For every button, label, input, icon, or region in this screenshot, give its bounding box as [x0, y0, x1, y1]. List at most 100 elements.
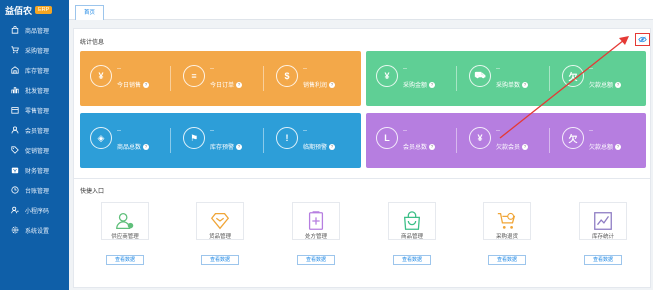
stat-value: -- [117, 128, 121, 134]
stat-item[interactable]: ! -- 临期预警? [266, 113, 352, 168]
eye-icon [638, 36, 647, 43]
stats-card-goods: ◈ -- 商品总数? ⚑ -- 库存预警? ! -- 临期预警? [80, 113, 361, 168]
wholesale-icon [10, 86, 19, 95]
view-data-button[interactable]: 查看数据 [393, 255, 431, 265]
stat-label-text: 今日销售 [117, 83, 142, 89]
view-data-button[interactable]: 查看数据 [297, 255, 335, 265]
divider [263, 128, 264, 153]
divider [170, 66, 171, 91]
sidebar-item-label: 会员管理 [25, 128, 50, 135]
sidebar-item-finance[interactable]: 财务管理 [0, 160, 69, 180]
quick-item-label: 商品管理 [400, 234, 423, 240]
inventory-chart-icon [594, 212, 612, 230]
stat-label: 销售利润? [303, 80, 336, 89]
stat-icon: ≡ [183, 65, 205, 87]
stat-icon: ¥ [469, 127, 491, 149]
view-data-button[interactable]: 查看数据 [488, 255, 526, 265]
divider [263, 66, 264, 91]
help-icon[interactable]: ? [429, 82, 436, 89]
stat-label: 临期预警? [303, 142, 336, 151]
tag-icon [10, 146, 19, 155]
gear-icon [10, 226, 19, 235]
stat-icon: ¥ [90, 65, 112, 87]
stat-item[interactable]: 欠 -- 欠款总额? [552, 51, 638, 106]
help-icon[interactable]: ? [522, 82, 529, 89]
stat-value: -- [496, 128, 500, 134]
sidebar-item-ledger[interactable]: 台账管理 [0, 180, 69, 200]
view-data-button[interactable]: 查看数据 [201, 255, 239, 265]
stat-label-text: 今日订单 [210, 83, 235, 89]
help-icon[interactable]: ? [143, 82, 150, 89]
stat-value: -- [403, 66, 407, 72]
sidebar-item-settings[interactable]: 系统设置 [0, 220, 69, 240]
stat-item[interactable]: ⛟ -- 采购单数? [459, 51, 545, 106]
sidebar-item-label: 小程序码 [25, 208, 50, 215]
stat-label-text: 欠款总额 [589, 145, 614, 151]
sidebar-item-purchase[interactable]: 采购管理 [0, 40, 69, 60]
help-icon[interactable]: ? [522, 144, 529, 151]
quick-item-label: 采购退货 [495, 234, 518, 240]
help-icon[interactable]: ? [615, 144, 622, 151]
stat-value: -- [403, 128, 407, 134]
stat-item[interactable]: ¥ -- 采购金额? [366, 51, 452, 106]
sidebar: 益佰农 ERP 商品管理 采购管理 库存管理 批发管理 零售管理 会员管理 促销… [0, 0, 69, 290]
help-icon[interactable]: ? [329, 144, 336, 151]
sidebar-item-wholesale[interactable]: 批发管理 [0, 80, 69, 100]
quick-item-product: 商品管理 查看数据 [383, 202, 443, 287]
sidebar-item-promotion[interactable]: 促销管理 [0, 140, 69, 160]
stat-item[interactable]: $ -- 销售利润? [266, 51, 352, 106]
sidebar-item-inventory[interactable]: 库存管理 [0, 60, 69, 80]
stat-label: 欠款会员? [496, 142, 529, 151]
sidebar-item-label: 零售管理 [25, 108, 50, 115]
stat-item[interactable]: ◈ -- 商品总数? [80, 113, 166, 168]
help-icon[interactable]: ? [143, 144, 150, 151]
stat-label-text: 欠款会员 [496, 145, 521, 151]
sidebar-item-member[interactable]: 会员管理 [0, 120, 69, 140]
product-bag-icon [403, 211, 421, 230]
divider [456, 66, 457, 91]
help-icon[interactable]: ? [236, 144, 243, 151]
divider [170, 128, 171, 153]
sidebar-item-label: 系统设置 [25, 228, 50, 235]
stat-icon: $ [276, 65, 298, 87]
supplier-icon [116, 213, 134, 229]
help-icon[interactable]: ? [429, 144, 436, 151]
tab-home[interactable]: 首页 [75, 5, 105, 20]
help-icon[interactable]: ? [329, 82, 336, 89]
sidebar-item-retail[interactable]: 零售管理 [0, 100, 69, 120]
stat-label-text: 采购金额 [403, 83, 428, 89]
divider [549, 66, 550, 91]
finance-icon [10, 166, 19, 175]
qrcode-icon [10, 206, 19, 215]
sidebar-item-label: 商品管理 [25, 28, 50, 35]
goods-icon [210, 213, 230, 230]
stat-value: -- [303, 128, 307, 134]
prescription-icon [308, 211, 324, 230]
view-data-button[interactable]: 查看数据 [584, 255, 622, 265]
bag-icon [10, 26, 19, 35]
stat-label-text: 库存预警 [210, 145, 235, 151]
sidebar-item-miniprogram[interactable]: 小程序码 [0, 200, 69, 220]
stat-icon: L [376, 127, 398, 149]
stat-item[interactable]: L -- 会员总数? [366, 113, 452, 168]
stat-icon: ◈ [90, 127, 112, 149]
stat-item[interactable]: ¥ -- 今日销售? [80, 51, 166, 106]
stats-card-sales: ¥ -- 今日销售? ≡ -- 今日订单? $ -- 销售利润? [80, 51, 361, 106]
stat-item[interactable]: ⚑ -- 库存预警? [173, 113, 259, 168]
stat-item[interactable]: 欠 -- 欠款总额? [552, 113, 638, 168]
sidebar-item-goods[interactable]: 商品管理 [0, 20, 69, 40]
stat-label-text: 商品总数 [117, 145, 142, 151]
help-icon[interactable]: ? [236, 82, 243, 89]
purchase-return-icon [497, 212, 516, 229]
visibility-toggle[interactable] [635, 33, 650, 46]
brand-name: 益佰农 [5, 5, 33, 16]
stat-label: 商品总数? [117, 142, 150, 151]
stat-label-text: 采购单数 [496, 83, 521, 89]
stat-item[interactable]: ≡ -- 今日订单? [173, 51, 259, 106]
help-icon[interactable]: ? [615, 82, 622, 89]
stat-item[interactable]: ¥ -- 欠款会员? [459, 113, 545, 168]
view-data-button[interactable]: 查看数据 [106, 255, 144, 265]
stat-value: -- [210, 66, 214, 72]
sidebar-item-label: 库存管理 [25, 68, 50, 75]
stats-card-members: L -- 会员总数? ¥ -- 欠款会员? 欠 -- 欠款总额? [366, 113, 646, 168]
